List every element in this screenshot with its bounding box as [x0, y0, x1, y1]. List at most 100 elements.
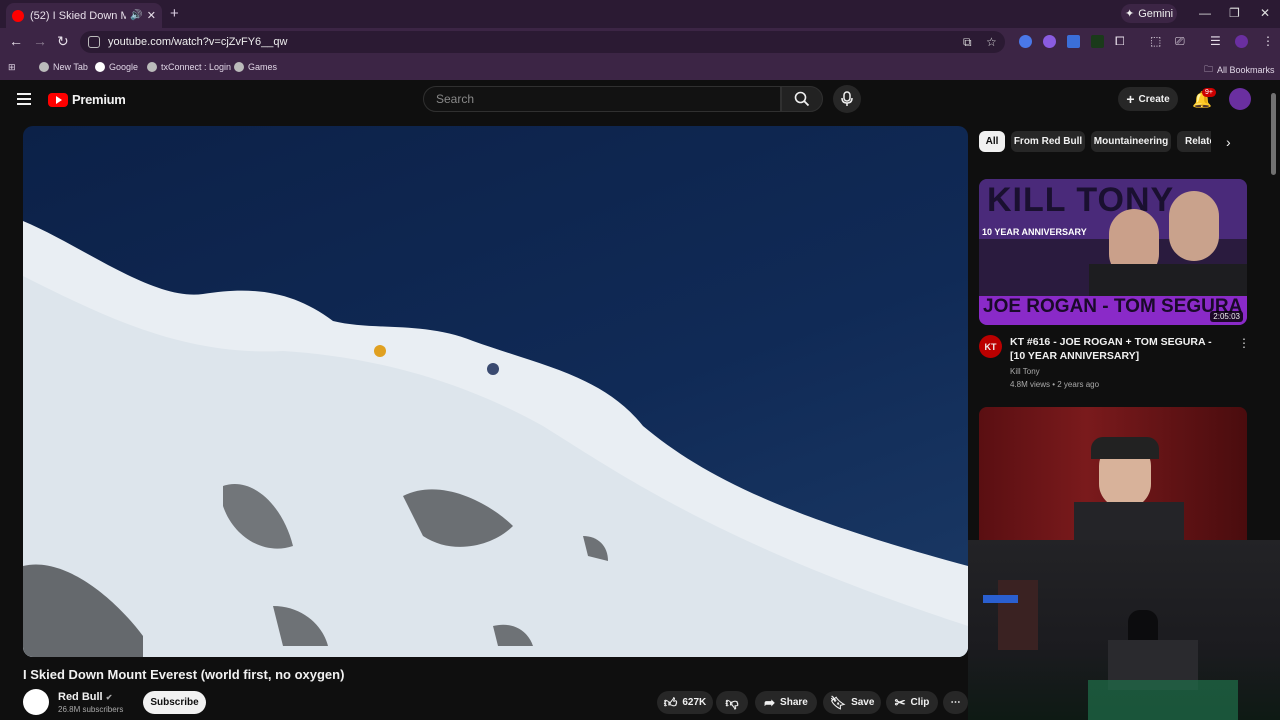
- microphone-icon: [841, 91, 853, 106]
- bookmark-games[interactable]: Games: [234, 62, 277, 72]
- search-input[interactable]: Search: [423, 86, 781, 112]
- thumbs-down-icon: 👎︎: [725, 694, 739, 710]
- install-icon[interactable]: ⧉: [963, 35, 972, 50]
- all-bookmarks[interactable]: 🗀 All Bookmarks: [1204, 62, 1275, 78]
- clip-button[interactable]: ✂ Clip: [886, 691, 938, 714]
- like-count: 627K: [682, 697, 707, 708]
- chip-from-red-bull[interactable]: From Red Bull: [1011, 131, 1085, 152]
- url-text: youtube.com/watch?v=cjZvFY6__qw: [108, 36, 288, 48]
- bookmark-label: Games: [248, 62, 278, 72]
- site-info-icon[interactable]: [88, 36, 100, 48]
- more-actions-button[interactable]: ⋯: [943, 691, 968, 714]
- subscriber-count: 26.8M subscribers: [58, 705, 124, 714]
- gemini-button[interactable]: ✦ Gemini: [1121, 4, 1177, 23]
- voice-search-button[interactable]: [833, 85, 861, 113]
- chip-related[interactable]: Relate: [1177, 131, 1211, 152]
- recommendation-channel[interactable]: Kill Tony: [1010, 367, 1040, 376]
- back-icon[interactable]: ←: [9, 33, 23, 49]
- youtube-header: Premium Search + Create 🔔 9+: [0, 80, 1280, 120]
- dislike-button[interactable]: 👎︎: [716, 691, 748, 714]
- recommendation-meta: 4.8M views • 2 years ago: [1010, 380, 1100, 389]
- restore-icon[interactable]: ❐: [1229, 6, 1240, 20]
- puzzle-icon[interactable]: ⧠: [1115, 34, 1125, 49]
- thumbs-up-icon: 👍︎: [663, 694, 678, 710]
- tab-title: (52) I Skied Down Mount Ev: [30, 9, 127, 22]
- channel-avatar[interactable]: KT: [979, 335, 1002, 358]
- notification-count-badge: 9+: [1202, 88, 1216, 97]
- folder-icon: 🗀: [1204, 64, 1214, 74]
- chip-all[interactable]: All: [979, 131, 1005, 152]
- bookmark-label: Google: [109, 62, 139, 72]
- user-avatar[interactable]: [1229, 88, 1251, 110]
- share-button[interactable]: ➦ Share: [755, 691, 817, 714]
- logo-text: Premium: [72, 92, 126, 107]
- bookmark-new-tab[interactable]: New Tab: [39, 62, 88, 72]
- create-label: Create: [1138, 93, 1170, 105]
- chevron-right-icon[interactable]: ›: [1226, 134, 1231, 150]
- youtube-logo[interactable]: Premium: [48, 92, 126, 107]
- new-tab-button[interactable]: +: [170, 5, 179, 22]
- create-button[interactable]: + Create: [1118, 87, 1178, 111]
- profile-avatar[interactable]: [1235, 35, 1248, 48]
- channel-name-text: Red Bull: [58, 691, 103, 703]
- plus-icon: +: [1126, 91, 1135, 107]
- share-arrow-icon: ➦: [764, 694, 776, 710]
- recommendation-thumbnail[interactable]: [979, 407, 1247, 541]
- forward-icon[interactable]: →: [33, 33, 47, 49]
- browser-nav-bar: ← → ↻ youtube.com/watch?v=cjZvFY6__qw ⧉ …: [0, 28, 1280, 56]
- youtube-play-icon: [48, 92, 68, 107]
- cast-icon[interactable]: ⎚: [1175, 34, 1185, 49]
- subscribe-button[interactable]: Subscribe: [143, 691, 206, 714]
- screenshot-icon[interactable]: ⬚: [1150, 34, 1161, 48]
- hamburger-menu-icon[interactable]: [17, 93, 31, 108]
- reload-icon[interactable]: ↻: [57, 33, 69, 50]
- search-button[interactable]: [781, 86, 823, 112]
- gemini-label: Gemini: [1138, 7, 1174, 20]
- close-window-icon[interactable]: ✕: [1260, 6, 1270, 20]
- youtube-favicon-icon: [12, 9, 24, 22]
- share-label: Share: [780, 697, 808, 708]
- webcam-overlay: [968, 540, 1280, 720]
- recommendation-thumbnail[interactable]: KILL TONY 10 YEAR ANNIVERSARY JOE ROGAN …: [979, 179, 1247, 325]
- bookmark-star-icon[interactable]: ☆: [986, 35, 997, 49]
- google-icon: [95, 62, 105, 72]
- extension-icon[interactable]: [1043, 35, 1056, 48]
- bookmark-google[interactable]: Google: [95, 62, 138, 72]
- bookmark-txconnect[interactable]: txConnect : Login: [147, 62, 231, 72]
- apps-grid-icon[interactable]: ⊞: [8, 62, 16, 73]
- globe-icon: [234, 62, 244, 72]
- channel-avatar[interactable]: [23, 689, 49, 715]
- video-duration: 2:05:03: [1210, 311, 1243, 322]
- page-scrollbar[interactable]: [1271, 93, 1276, 175]
- extension-icon[interactable]: [1019, 35, 1032, 48]
- globe-icon: [39, 62, 49, 72]
- menu-kebab-icon[interactable]: ⋮: [1262, 34, 1274, 48]
- extension-icon[interactable]: [1091, 35, 1104, 48]
- browser-tab-youtube[interactable]: (52) I Skied Down Mount Ev 🔊 ✕: [6, 3, 162, 28]
- bookmarks-bar: ⊞ New Tab Google txConnect : Login Games…: [0, 56, 1280, 80]
- like-button[interactable]: 👍︎ 627K: [657, 691, 713, 714]
- globe-icon: [147, 62, 157, 72]
- thumbnail-text: JOE ROGAN - TOM SEGURA: [983, 296, 1243, 317]
- speaker-icon[interactable]: 🔊: [130, 10, 142, 21]
- recommendation-title[interactable]: KT #616 - JOE ROGAN + TOM SEGURA - [10 Y…: [1010, 335, 1228, 363]
- save-button[interactable]: 🔖︎ Save: [823, 691, 881, 714]
- close-tab-icon[interactable]: ✕: [147, 9, 156, 22]
- extension-icon[interactable]: [1067, 35, 1080, 48]
- chip-mountaineering[interactable]: Mountaineering: [1091, 131, 1171, 152]
- more-options-icon[interactable]: ⋮: [1238, 336, 1250, 350]
- channel-name[interactable]: Red Bull ✔: [58, 691, 112, 703]
- bookmark-label: New Tab: [53, 62, 88, 72]
- bookmark-label: txConnect : Login: [161, 62, 232, 72]
- browser-tab-bar: (52) I Skied Down Mount Ev 🔊 ✕ + ✦ Gemin…: [0, 0, 1280, 28]
- save-label: Save: [851, 697, 875, 708]
- video-title: I Skied Down Mount Everest (world first,…: [23, 667, 345, 682]
- sparkle-icon: ✦: [1124, 8, 1135, 20]
- verified-icon: ✔: [105, 693, 113, 702]
- reading-list-icon[interactable]: ☰: [1210, 34, 1221, 48]
- video-player[interactable]: [23, 126, 968, 657]
- address-bar[interactable]: youtube.com/watch?v=cjZvFY6__qw ⧉ ☆: [80, 31, 1005, 53]
- search-icon: [794, 91, 810, 107]
- bookmark-icon: 🔖︎: [829, 694, 847, 710]
- minimize-icon[interactable]: —: [1199, 6, 1211, 20]
